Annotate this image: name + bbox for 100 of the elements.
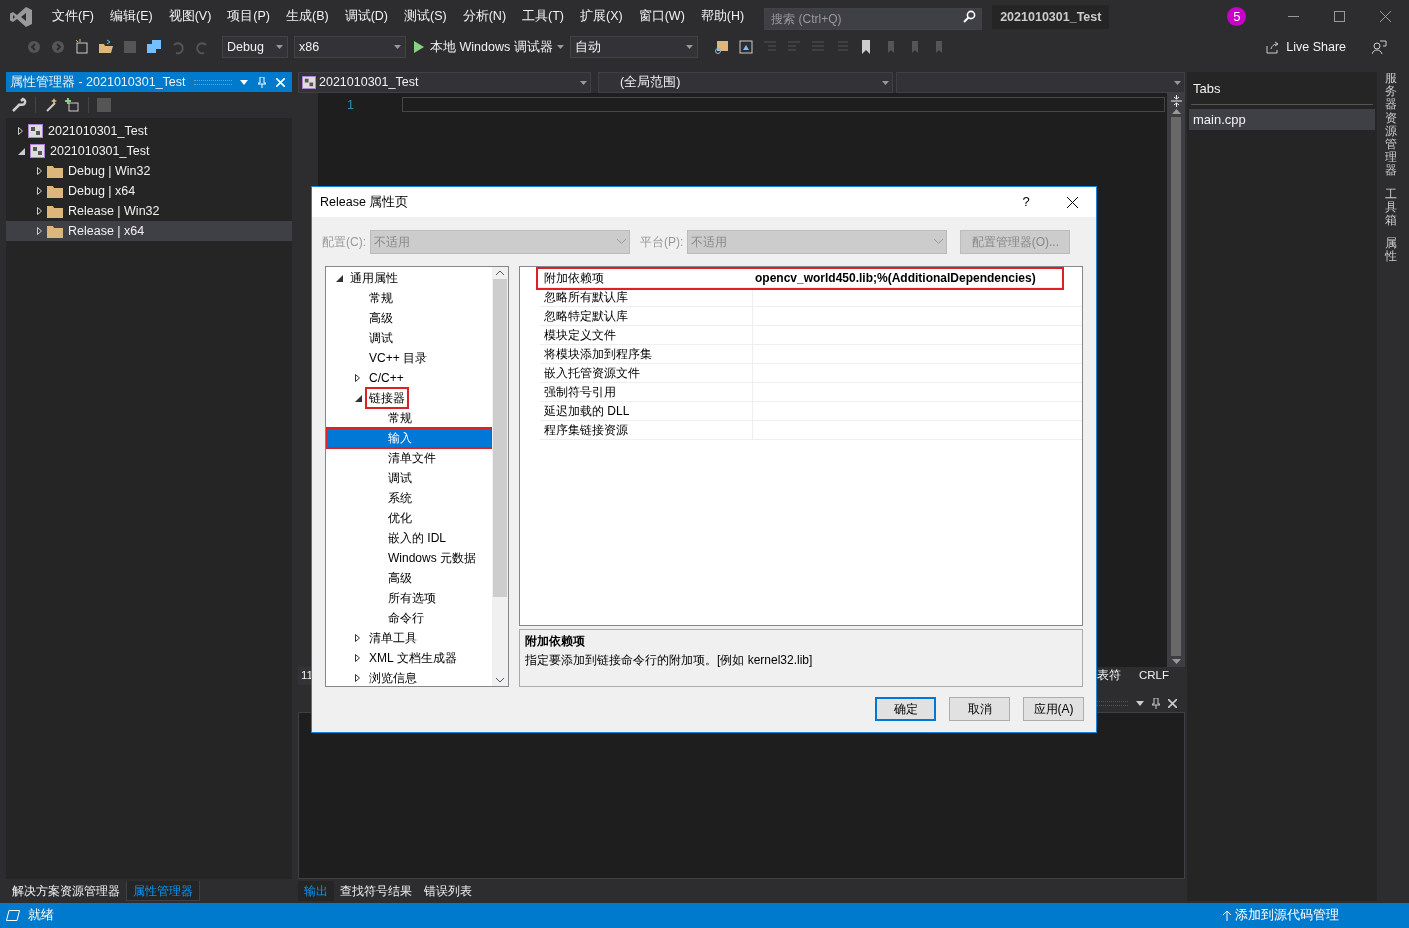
panel-tab[interactable]: 错误列表 bbox=[418, 881, 478, 901]
menu-item[interactable]: 调试(D) bbox=[336, 7, 396, 26]
scope-dropdown[interactable]: (全局范围) bbox=[598, 72, 893, 93]
notification-badge[interactable]: 5 bbox=[1227, 7, 1247, 26]
tree-item[interactable]: 浏览信息 bbox=[326, 668, 492, 686]
tree-item[interactable]: 2021010301_Test bbox=[6, 141, 292, 161]
tree-item[interactable]: 高级 bbox=[326, 308, 492, 328]
open-folder-icon[interactable] bbox=[98, 39, 114, 55]
save-all-icon[interactable] bbox=[146, 39, 162, 55]
scroll-up-icon[interactable] bbox=[1171, 109, 1181, 114]
source-control-button[interactable]: 添加到源代码管理 bbox=[1223, 906, 1339, 925]
tree-item[interactable]: Release | Win32 bbox=[6, 201, 292, 221]
tree-item[interactable]: 常规 bbox=[326, 288, 492, 308]
side-tab[interactable]: 属性 bbox=[1385, 237, 1397, 264]
tree-item[interactable]: C/C++ bbox=[326, 368, 492, 388]
menu-item[interactable]: 生成(B) bbox=[278, 7, 337, 26]
search-field[interactable]: 搜索 (Ctrl+Q) bbox=[764, 7, 983, 30]
menu-item[interactable]: 测试(S) bbox=[396, 7, 455, 26]
side-tab[interactable]: 工具箱 bbox=[1385, 187, 1397, 228]
wrench-icon[interactable] bbox=[11, 97, 27, 113]
tree-item[interactable]: 高级 bbox=[326, 568, 492, 588]
scroll-down-icon[interactable] bbox=[1171, 659, 1181, 664]
dropdown-icon[interactable] bbox=[1136, 700, 1144, 706]
dialog-button[interactable]: 确定 bbox=[875, 697, 936, 721]
tree-item[interactable]: VC++ 目录 bbox=[326, 348, 492, 368]
live-share-button[interactable]: Live Share bbox=[1266, 37, 1346, 57]
tree-item[interactable]: Debug | Win32 bbox=[6, 161, 292, 181]
expanded-icon[interactable] bbox=[355, 394, 362, 402]
property-name[interactable]: 将模块添加到程序集 bbox=[540, 345, 753, 363]
menu-item[interactable]: 文件(F) bbox=[44, 7, 102, 26]
tree-item[interactable]: 嵌入的 IDL bbox=[326, 528, 492, 548]
pin-icon[interactable] bbox=[1152, 697, 1160, 709]
property-name[interactable]: 强制符号引用 bbox=[540, 383, 753, 401]
tree-item[interactable]: Debug | x64 bbox=[6, 181, 292, 201]
collapsed-icon[interactable] bbox=[355, 654, 360, 662]
menu-item[interactable]: 视图(V) bbox=[160, 7, 220, 26]
tree-item[interactable]: 优化 bbox=[326, 508, 492, 528]
run-button[interactable]: 本地 Windows 调试器 bbox=[414, 37, 553, 57]
property-name[interactable]: 附加依赖项 bbox=[540, 269, 753, 287]
property-value[interactable]: opencv_world450.lib;%(AdditionalDependencies) bbox=[753, 269, 1062, 287]
platform-dropdown[interactable]: x86 bbox=[294, 36, 406, 58]
help-button[interactable]: ? bbox=[1003, 192, 1049, 212]
property-name[interactable]: 忽略特定默认库 bbox=[540, 307, 753, 325]
maximize-icon[interactable] bbox=[1334, 11, 1346, 22]
tree-item[interactable]: 命令行 bbox=[326, 608, 492, 628]
menu-item[interactable]: 扩展(X) bbox=[572, 7, 631, 26]
panel-tab[interactable]: 查找符号结果 bbox=[334, 881, 418, 901]
dialog-button[interactable]: 取消 bbox=[949, 697, 1010, 721]
tree-item[interactable]: 通用属性 bbox=[326, 268, 492, 288]
tree-item[interactable]: 所有选项 bbox=[326, 588, 492, 608]
menu-item[interactable]: 窗口(W) bbox=[630, 7, 693, 26]
menu-item[interactable]: 分析(N) bbox=[454, 7, 515, 26]
configuration-dropdown[interactable]: Debug bbox=[222, 36, 288, 58]
menu-item[interactable]: 帮助(H) bbox=[692, 7, 753, 26]
tree-item[interactable]: 常规 bbox=[326, 408, 492, 428]
panel-tab[interactable]: 属性管理器 bbox=[126, 881, 200, 901]
add-sheet-icon[interactable] bbox=[64, 97, 80, 113]
scrollbar[interactable] bbox=[492, 267, 508, 686]
property-name[interactable]: 忽略所有默认库 bbox=[540, 288, 753, 306]
dropdown-icon[interactable] bbox=[240, 79, 248, 85]
scrollbar[interactable] bbox=[1167, 93, 1185, 667]
minimize-icon[interactable] bbox=[1288, 16, 1300, 17]
property-name[interactable]: 程序集链接资源 bbox=[540, 421, 753, 439]
menu-item[interactable]: 工具(T) bbox=[514, 7, 572, 26]
side-tab[interactable]: 服务器资源管理器 bbox=[1385, 72, 1397, 178]
tree-item[interactable]: 调试 bbox=[326, 468, 492, 488]
feedback-icon[interactable] bbox=[1372, 39, 1387, 55]
project-dropdown[interactable]: 2021010301_Test bbox=[298, 72, 591, 93]
split-icon[interactable] bbox=[1170, 95, 1182, 107]
find-file-icon[interactable] bbox=[713, 39, 730, 55]
menu-item[interactable]: 编辑(E) bbox=[101, 7, 161, 26]
tree-item[interactable]: Release | x64 bbox=[6, 221, 292, 241]
scroll-down-icon[interactable] bbox=[496, 678, 504, 683]
collapsed-icon[interactable] bbox=[355, 674, 360, 682]
run-mode-dropdown[interactable]: 自动 bbox=[569, 36, 698, 58]
panel-tab[interactable]: 输出 bbox=[298, 881, 334, 901]
tree-item[interactable]: 输入 bbox=[326, 428, 492, 448]
line-ending-indicator[interactable]: CRLF bbox=[1122, 667, 1185, 685]
property-name[interactable]: 嵌入托管资源文件 bbox=[540, 364, 753, 382]
scroll-up-icon[interactable] bbox=[496, 270, 504, 275]
tree-item[interactable]: 清单工具 bbox=[326, 628, 492, 648]
dialog-button[interactable]: 应用(A) bbox=[1023, 697, 1084, 721]
tree-item[interactable]: XML 文档生成器 bbox=[326, 648, 492, 668]
tree-item[interactable]: 系统 bbox=[326, 488, 492, 508]
collapsed-icon[interactable] bbox=[355, 634, 360, 642]
collapsed-icon[interactable] bbox=[355, 374, 360, 382]
tree-item[interactable]: 调试 bbox=[326, 328, 492, 348]
tree-item[interactable]: 清单文件 bbox=[326, 448, 492, 468]
expanded-icon[interactable] bbox=[336, 274, 343, 282]
new-project-icon[interactable] bbox=[74, 39, 90, 55]
property-name[interactable]: 延迟加载的 DLL bbox=[540, 402, 753, 420]
expanded-icon[interactable] bbox=[18, 147, 25, 155]
panel-tab[interactable]: 解决方案资源管理器 bbox=[6, 881, 126, 901]
tree-item[interactable]: 2021010301_Test bbox=[6, 121, 292, 141]
property-name[interactable]: 模块定义文件 bbox=[540, 326, 753, 344]
close-icon[interactable] bbox=[1067, 196, 1078, 208]
tree-item[interactable]: Windows 元数据 bbox=[326, 548, 492, 568]
menu-item[interactable]: 项目(P) bbox=[219, 7, 278, 26]
window-icon[interactable] bbox=[737, 39, 754, 55]
tree-item[interactable]: 链接器 bbox=[326, 388, 492, 408]
